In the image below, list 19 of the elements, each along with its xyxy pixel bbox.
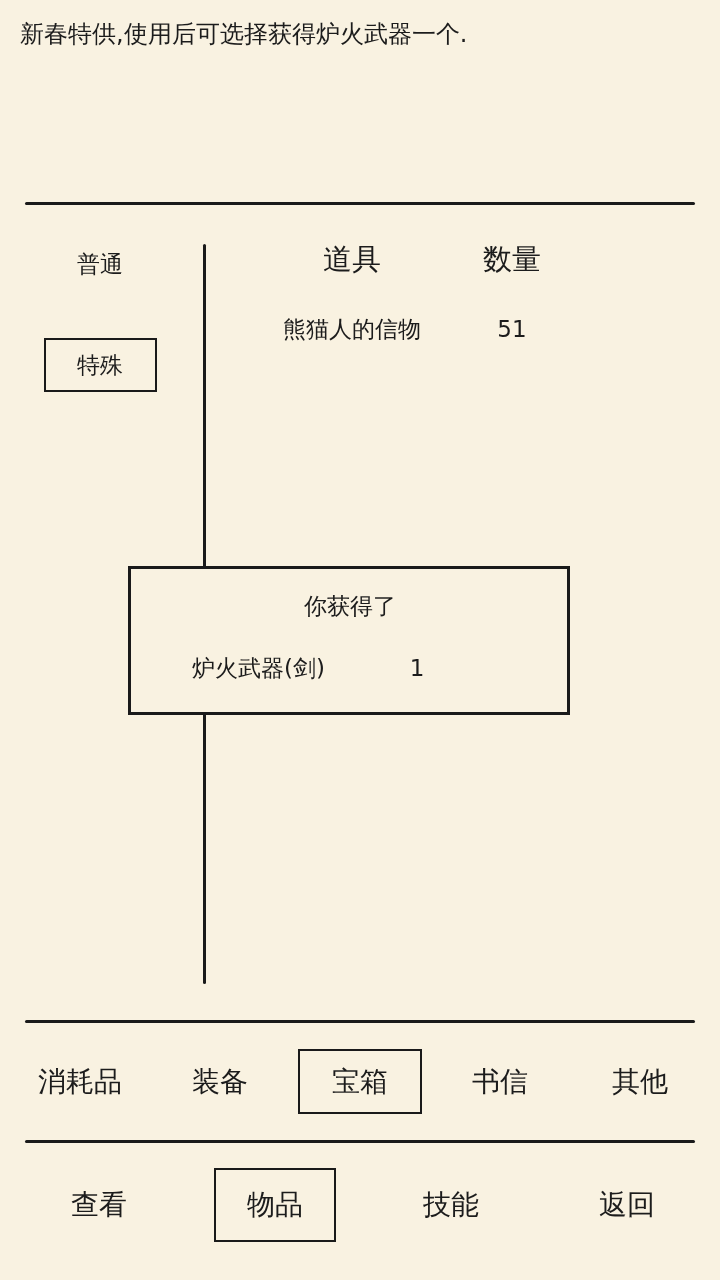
column-header: 数量 — [483, 241, 541, 278]
item-tab[interactable]: 装备 — [158, 1049, 282, 1114]
nav-button[interactable]: 物品 — [214, 1168, 336, 1242]
item-tab[interactable]: 其他 — [578, 1049, 702, 1114]
reward-count: 1 — [409, 654, 425, 683]
item-name[interactable]: 熊猫人的信物 — [283, 312, 421, 346]
nav-button[interactable]: 返回 — [566, 1168, 688, 1242]
item-tab[interactable]: 书信 — [438, 1049, 562, 1114]
reward-name: 炉火武器(剑) — [192, 654, 325, 683]
item-count: 51 — [497, 315, 527, 344]
nav-button[interactable]: 查看 — [38, 1168, 160, 1242]
dialog-title: 你获得了 — [303, 592, 397, 621]
nav-button[interactable]: 技能 — [390, 1168, 512, 1242]
item-tab[interactable]: 宝箱 — [298, 1049, 422, 1114]
category-tab[interactable]: 特殊 — [43, 338, 157, 392]
item-tab[interactable]: 消耗品 — [10, 1049, 150, 1114]
column-header: 道具 — [323, 241, 381, 278]
item-description: 新春特供,使用后可选择获得炉火武器一个. — [19, 19, 469, 49]
category-tab[interactable]: 普通 — [43, 237, 157, 291]
